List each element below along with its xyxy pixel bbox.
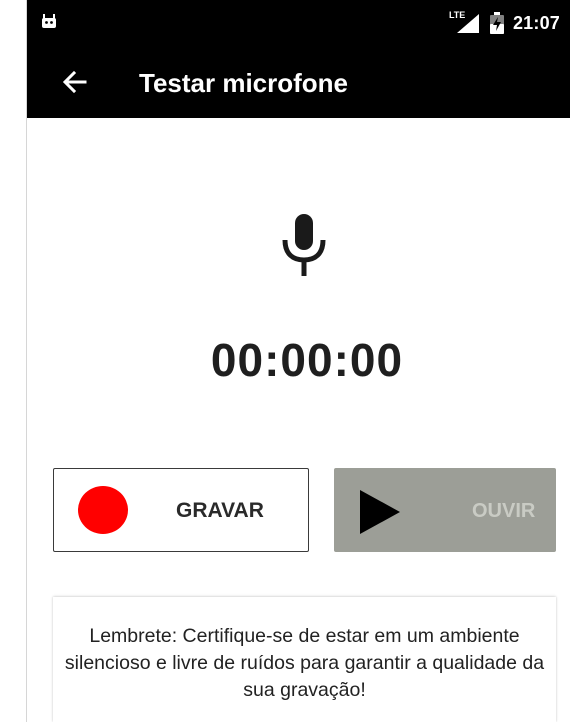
recording-timer: 00:00:00 xyxy=(210,334,404,386)
app-bar: Testar microfone xyxy=(27,46,570,118)
play-button[interactable]: OUVIR xyxy=(334,468,556,552)
record-button-label: GRAVAR xyxy=(176,499,264,522)
microphone-icon xyxy=(282,214,326,276)
signal-icon: LTE xyxy=(449,10,481,34)
status-bar: LTE 21:07 xyxy=(27,0,570,46)
reminder-card: Lembrete: Certifique-se de estar em um a… xyxy=(53,597,556,722)
play-icon xyxy=(360,490,400,534)
status-icons: LTE 21:07 xyxy=(449,10,560,36)
status-time: 21:07 xyxy=(512,12,560,33)
arrow-back-icon[interactable] xyxy=(57,64,93,100)
play-button-label: OUVIR xyxy=(472,500,536,522)
battery-icon xyxy=(489,12,504,34)
page-title: Testar microfone xyxy=(139,68,349,98)
record-button[interactable]: GRAVAR xyxy=(53,468,309,552)
android-notification-icon xyxy=(42,14,56,28)
app-screen: LTE 21:07 Testar microfone 00:00:00 GRAV… xyxy=(27,0,570,722)
reminder-text: Lembrete: Certifique-se de estar em um a… xyxy=(64,625,545,701)
record-dot-icon xyxy=(78,486,128,534)
